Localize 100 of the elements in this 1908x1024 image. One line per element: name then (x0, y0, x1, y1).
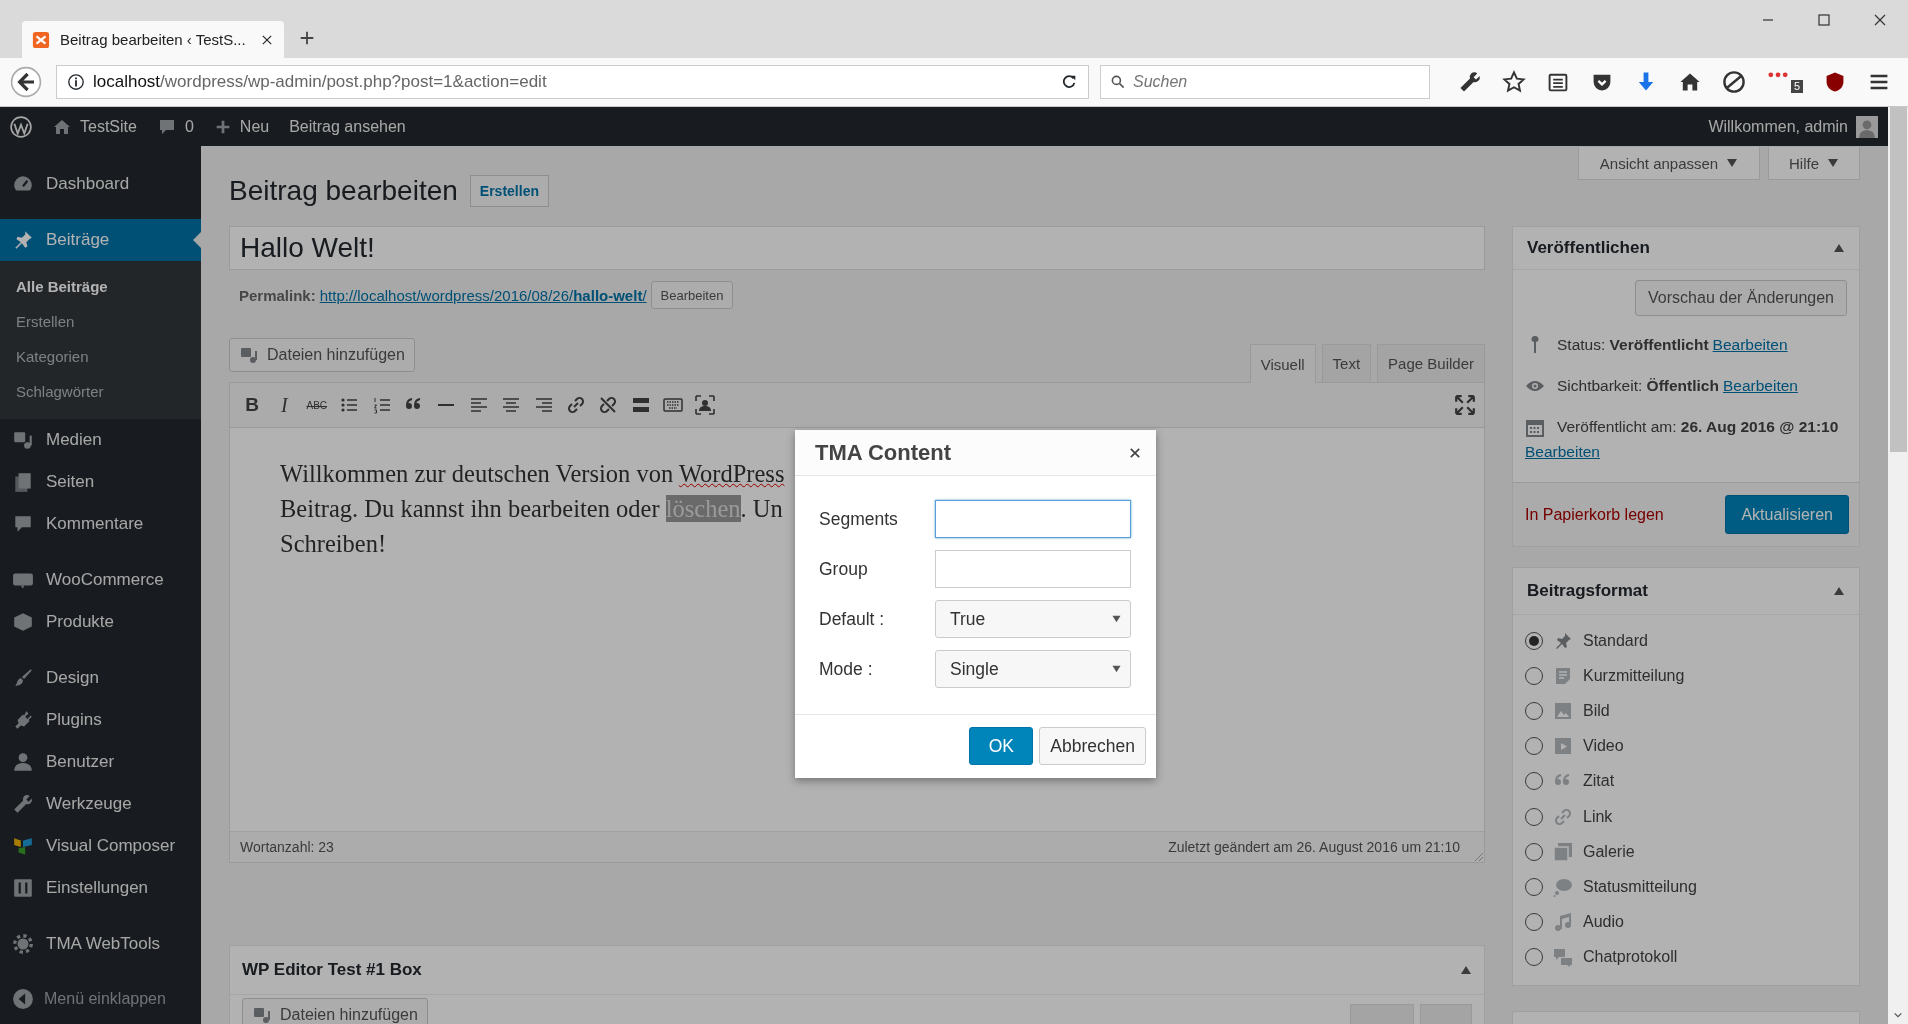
edit-link[interactable]: Bearbeiten (1722, 373, 1798, 398)
collapse-arrow-icon[interactable] (1833, 586, 1845, 596)
sidebar-item[interactable]: Benutzer (0, 741, 201, 783)
collapse-menu-button[interactable]: Menü einklappen (0, 979, 201, 1019)
option-label: Standard (1583, 631, 1648, 650)
screen-options-button[interactable]: Hilfe (1768, 147, 1860, 180)
dropdown[interactable]: True (935, 600, 1131, 638)
add-media-button[interactable]: Dateien hinzufügen (242, 998, 428, 1024)
ok-button[interactable]: OK (969, 727, 1034, 765)
link-icon[interactable] (565, 395, 586, 415)
submenu-item[interactable]: Kategorien (0, 339, 201, 374)
title-field[interactable]: Hallo Welt! (229, 226, 1485, 270)
update-button[interactable]: Aktualisieren (1725, 495, 1849, 534)
radio-button[interactable] (1525, 913, 1543, 932)
unlink-icon[interactable] (598, 395, 619, 415)
trash-link[interactable]: In Papierkorb legen (1525, 505, 1664, 524)
submenu-item[interactable]: Alle Beiträge (0, 269, 201, 304)
edit-link[interactable]: Bearbeiten (1525, 439, 1600, 464)
radio-button[interactable] (1525, 631, 1543, 650)
sidebar-item[interactable]: Beiträge (0, 219, 201, 261)
site-link[interactable]: TestSite (52, 116, 137, 137)
align-center-icon[interactable] (501, 395, 522, 415)
option-label: Link (1583, 807, 1613, 826)
reload-icon[interactable] (1060, 73, 1078, 91)
sidebar-item[interactable]: Produkte (0, 601, 201, 643)
radio-button[interactable] (1525, 948, 1543, 967)
sidebar-item[interactable]: Seiten (0, 461, 201, 503)
comments-link[interactable]: 0 (156, 116, 194, 137)
read-more-icon[interactable] (630, 395, 651, 415)
italic-button[interactable]: I (268, 389, 301, 421)
submenu-item[interactable]: Erstellen (0, 304, 201, 339)
caret-icon (1827, 158, 1839, 168)
dropdown[interactable]: Single (935, 650, 1131, 688)
sidebar-item[interactable]: Einstellungen (0, 867, 201, 909)
strikethrough-button[interactable]: ABC (300, 389, 333, 421)
media-icon (252, 1005, 272, 1024)
star-icon[interactable] (1502, 70, 1526, 94)
option-label: Zitat (1583, 772, 1615, 791)
sidebar-item[interactable]: Design (0, 657, 201, 699)
field-label: Segments (819, 508, 899, 530)
new-link[interactable]: Neu (213, 117, 270, 136)
browser-tab[interactable]: Beitrag bearbeiten ‹ TestS... (22, 21, 284, 58)
search-field[interactable]: Suchen (1100, 65, 1430, 99)
collapse-arrow-icon[interactable] (1460, 965, 1472, 975)
close-icon[interactable] (1128, 445, 1142, 460)
radio-button[interactable] (1525, 666, 1543, 685)
sidebar-item[interactable]: Dashboard (0, 163, 201, 205)
sidebar-item[interactable]: Medien (0, 419, 201, 461)
scroll-down-icon[interactable] (1893, 1010, 1903, 1020)
preview-button[interactable]: Vorschau der Änderungen (1635, 280, 1847, 316)
view-post-link[interactable]: Beitrag ansehen (289, 117, 406, 136)
scrollbar-thumb[interactable] (1889, 107, 1907, 452)
radio-button[interactable] (1525, 737, 1543, 756)
editor-tab[interactable]: Visuell (1249, 344, 1316, 383)
edit-link[interactable]: Bearbeiten (1712, 332, 1788, 357)
status-text: Veröffentlicht am: 26. Aug 2016 @ 21:10 (1557, 417, 1839, 437)
editor-tab[interactable]: Page Builder (1377, 344, 1485, 382)
url-text: localhost/wordpress/wp-admin/post.php?post=1&action=edit (93, 72, 548, 92)
input-field[interactable] (935, 500, 1131, 538)
bold-button[interactable]: B (236, 389, 268, 421)
add-media-button[interactable]: Dateien hinzufügen (229, 338, 415, 372)
resize-grip-icon[interactable] (1473, 851, 1483, 861)
radio-button[interactable] (1525, 842, 1543, 861)
submenu-item[interactable]: Schlagwörter (0, 374, 201, 409)
radio-button[interactable] (1525, 701, 1543, 720)
sidebar-item[interactable]: TMA WebTools (0, 923, 201, 965)
radio-button[interactable] (1525, 877, 1543, 896)
avatar-icon[interactable] (1856, 115, 1878, 138)
sidebar-item[interactable]: Plugins (0, 699, 201, 741)
sidebar-item[interactable]: Werkzeuge (0, 783, 201, 825)
wordpress-logo-icon[interactable] (10, 115, 32, 138)
address-bar[interactable]: localhost/wordpress/wp-admin/post.php?post=1&action=edit (56, 65, 1089, 99)
radio-button[interactable] (1525, 807, 1543, 826)
wrench-icon[interactable] (1458, 70, 1482, 94)
screen-options-button[interactable]: Ansicht anpassen (1578, 147, 1760, 180)
keyboard-icon[interactable] (663, 395, 684, 415)
sidebar-item[interactable]: Kommentare (0, 503, 201, 545)
box-title: Beitragsformat (1527, 581, 1648, 601)
back-icon[interactable] (10, 66, 42, 98)
editor-tab[interactable]: Text (1321, 344, 1372, 382)
music-icon (1553, 912, 1573, 933)
input-field[interactable] (935, 550, 1131, 588)
sidebar-item[interactable]: Visual Composer (0, 825, 201, 867)
account-greeting[interactable]: Willkommen, admin (1708, 117, 1848, 136)
edit-permalink-button[interactable]: Bearbeiten (650, 281, 734, 309)
radio-button[interactable] (1525, 772, 1543, 791)
numbered-list-icon[interactable] (371, 395, 392, 415)
cancel-button[interactable]: Abbrechen (1039, 727, 1146, 765)
person-icon[interactable] (695, 395, 716, 415)
caret-icon (1111, 615, 1122, 623)
permalink-label: Permalink: (239, 286, 316, 304)
sidebar-item[interactable]: WooCommerce (0, 559, 201, 601)
box-icon (12, 611, 34, 633)
fullscreen-icon[interactable] (1454, 394, 1476, 416)
align-right-icon[interactable] (533, 395, 554, 415)
permalink-link[interactable]: http://localhost/wordpress/2016/08/26/hallo-welt/ (319, 286, 647, 304)
collapse-arrow-icon[interactable] (1833, 243, 1845, 253)
plus-icon[interactable] (298, 29, 316, 47)
align-left-icon[interactable] (468, 395, 489, 415)
add-new-button[interactable]: Erstellen (469, 175, 549, 207)
